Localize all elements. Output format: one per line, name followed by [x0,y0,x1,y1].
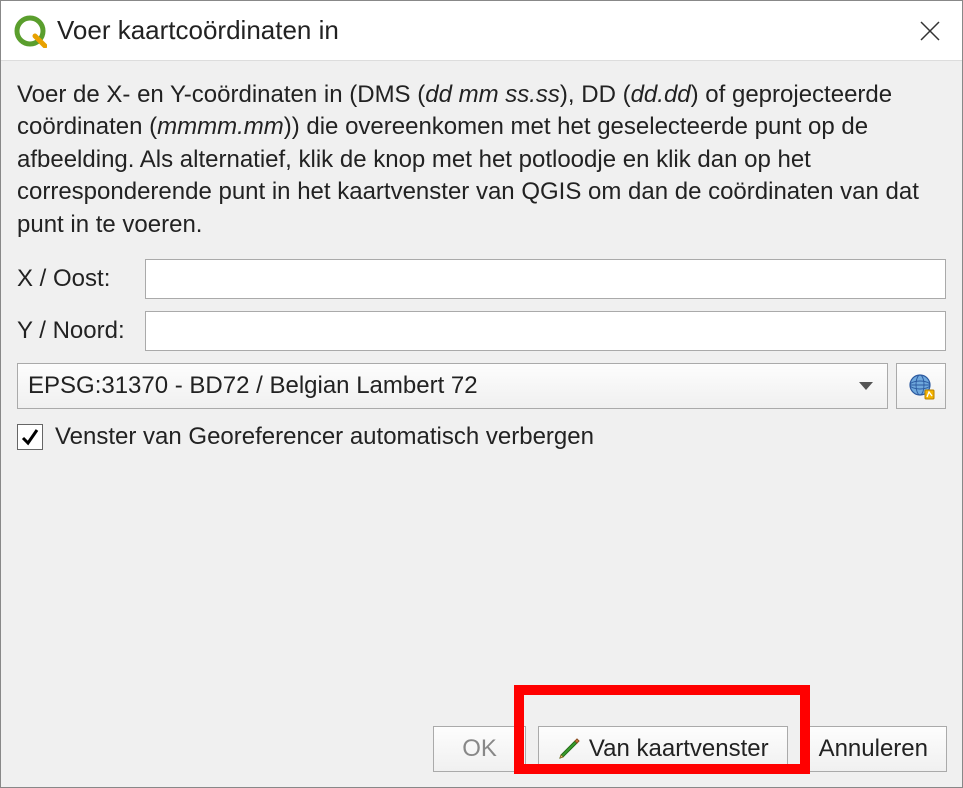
x-coordinate-row: X / Oost: [17,259,946,299]
dialog-title: Voer kaartcoördinaten in [57,15,910,46]
format-dms: dd mm ss.ss [425,81,560,108]
format-projected: mmmm.mm [157,113,284,140]
y-coordinate-input[interactable] [145,311,946,351]
instructions-text: Voer de X- en Y-coördinaten in (DMS (dd … [17,79,946,241]
globe-icon [907,372,935,400]
instr-part: Voer de X- en Y-coördinaten in (DMS ( [17,81,425,108]
auto-hide-label: Venster van Georeferencer automatisch ve… [55,423,594,451]
close-icon [919,20,941,42]
x-label: X / Oost: [17,265,145,293]
ok-button[interactable]: OK [433,726,526,772]
cancel-button[interactable]: Annuleren [800,726,947,772]
checkmark-icon [20,427,40,447]
x-coordinate-input[interactable] [145,259,946,299]
format-dd: dd.dd [631,81,691,108]
dialog-window: Voer kaartcoördinaten in Voer de X- en Y… [0,0,963,788]
y-coordinate-row: Y / Noord: [17,311,946,351]
auto-hide-checkbox[interactable] [17,424,43,450]
crs-dropdown[interactable]: EPSG:31370 - BD72 / Belgian Lambert 72 [17,363,888,409]
dialog-content: Voer de X- en Y-coördinaten in (DMS (dd … [1,61,962,787]
titlebar: Voer kaartcoördinaten in [1,1,962,61]
from-map-canvas-button[interactable]: Van kaartvenster [538,726,788,772]
chevron-down-icon [859,382,873,390]
pencil-icon [557,737,581,761]
close-button[interactable] [910,11,950,51]
crs-row: EPSG:31370 - BD72 / Belgian Lambert 72 [17,363,946,409]
from-map-label: Van kaartvenster [589,735,769,763]
auto-hide-row: Venster van Georeferencer automatisch ve… [17,423,946,451]
crs-picker-button[interactable] [896,363,946,409]
qgis-logo-icon [13,14,47,48]
crs-selected-label: EPSG:31370 - BD72 / Belgian Lambert 72 [28,372,859,400]
instr-part: ), DD ( [560,81,631,108]
y-label: Y / Noord: [17,317,145,345]
dialog-button-row: OK Van kaartvenster Annuleren [433,726,947,772]
